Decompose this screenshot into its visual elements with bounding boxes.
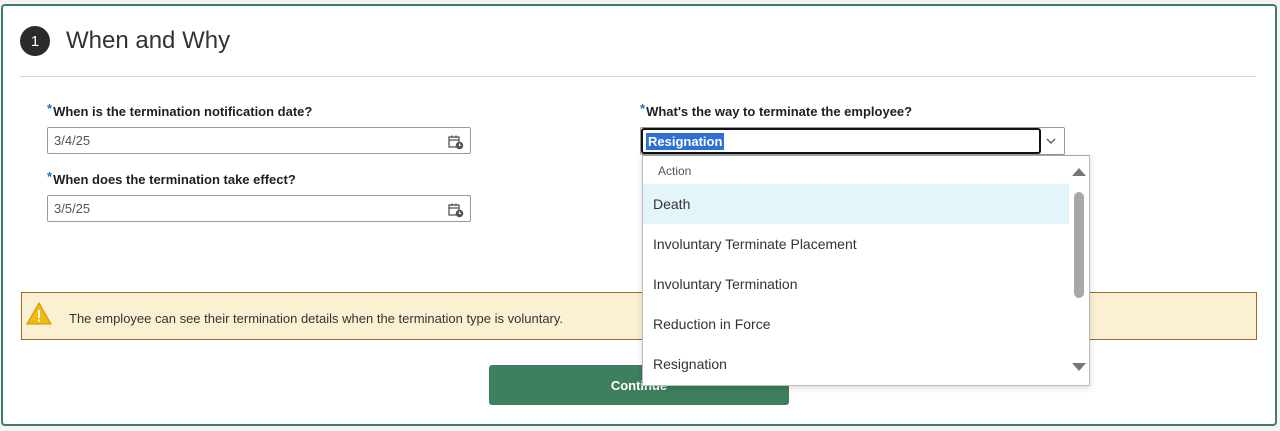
termination-way-value: Resignation bbox=[646, 133, 725, 150]
notification-date-label: *When is the termination notification da… bbox=[47, 101, 313, 119]
notification-date-field[interactable]: 3/4/25 bbox=[47, 127, 471, 154]
required-marker: * bbox=[47, 169, 53, 184]
chevron-down-icon[interactable] bbox=[1044, 134, 1058, 148]
scroll-up-arrow-icon[interactable] bbox=[1072, 168, 1086, 176]
required-marker: * bbox=[640, 101, 646, 116]
dropdown-option-involuntary-terminate-placement[interactable]: Involuntary Terminate Placement bbox=[643, 224, 1069, 264]
dropdown-scrollbar[interactable] bbox=[1069, 156, 1089, 385]
notification-date-value: 3/4/25 bbox=[54, 133, 91, 148]
termination-way-select[interactable]: Resignation bbox=[640, 127, 1065, 155]
section-divider bbox=[20, 76, 1256, 77]
warning-text: The employee can see their termination d… bbox=[69, 311, 564, 326]
dropdown-option-reduction-in-force[interactable]: Reduction in Force bbox=[643, 304, 1069, 344]
termination-way-dropdown: Action Death Involuntary Terminate Place… bbox=[642, 155, 1090, 386]
scrollbar-thumb[interactable] bbox=[1074, 192, 1084, 298]
dropdown-group-header: Action bbox=[658, 164, 692, 178]
warning-icon bbox=[26, 302, 52, 325]
effective-date-label: *When does the termination take effect? bbox=[47, 169, 296, 187]
dropdown-option-resignation[interactable]: Resignation bbox=[643, 344, 1069, 384]
effective-date-value: 3/5/25 bbox=[54, 201, 91, 216]
termination-way-input[interactable]: Resignation bbox=[641, 128, 1041, 154]
dropdown-option-death[interactable]: Death bbox=[643, 184, 1069, 224]
scroll-down-arrow-icon[interactable] bbox=[1072, 363, 1086, 371]
termination-way-label-text: What's the way to terminate the employee… bbox=[646, 104, 913, 119]
notification-date-label-text: When is the termination notification dat… bbox=[53, 104, 313, 119]
step-number-badge: 1 bbox=[20, 26, 50, 56]
calendar-icon[interactable] bbox=[448, 202, 464, 218]
effective-date-label-text: When does the termination take effect? bbox=[53, 172, 296, 187]
effective-date-field[interactable]: 3/5/25 bbox=[47, 195, 471, 222]
calendar-icon[interactable] bbox=[448, 134, 464, 150]
required-marker: * bbox=[47, 101, 53, 116]
termination-way-label: *What's the way to terminate the employe… bbox=[640, 101, 913, 119]
section-title: When and Why bbox=[66, 27, 231, 54]
dropdown-option-involuntary-termination[interactable]: Involuntary Termination bbox=[643, 264, 1069, 304]
